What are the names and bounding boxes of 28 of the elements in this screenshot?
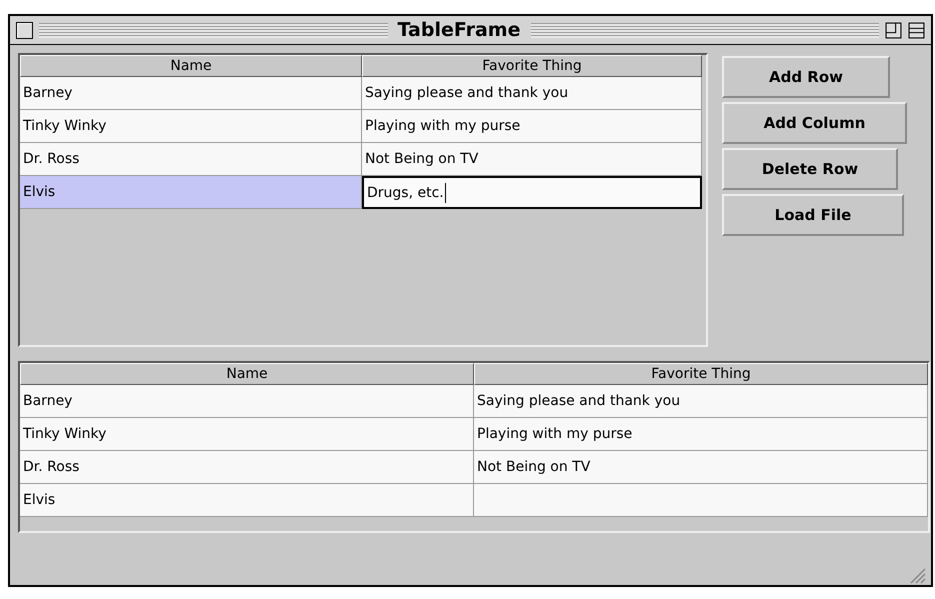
table-cell[interactable]: Tinky Winky (20, 110, 362, 143)
window-title: TableFrame (396, 19, 522, 41)
table-cell[interactable]: Not Being on TV (474, 451, 928, 484)
table-cell[interactable]: Playing with my purse (362, 110, 702, 143)
column-header[interactable]: Favorite Thing (474, 363, 928, 385)
table-cell[interactable]: Barney (20, 385, 474, 418)
action-button[interactable]: Add Row (722, 56, 890, 98)
cell-edit-field[interactable]: Drugs, etc. (362, 176, 702, 209)
table-cell[interactable]: Tinky Winky (20, 418, 474, 451)
table-cell[interactable]: Elvis (20, 176, 362, 209)
table-cell[interactable]: Saying please and thank you (474, 385, 928, 418)
table-cell[interactable] (474, 484, 928, 517)
close-box[interactable] (16, 22, 33, 38)
zoom-box-icon[interactable] (885, 22, 902, 38)
column-header[interactable]: Name (20, 363, 474, 385)
action-button[interactable]: Delete Row (722, 148, 898, 190)
collapse-box-icon[interactable] (908, 22, 926, 38)
column-header[interactable]: Name (20, 55, 362, 77)
column-header[interactable]: Favorite Thing (362, 55, 702, 77)
table-cell[interactable]: Elvis (20, 484, 474, 517)
table-cell[interactable]: Dr. Ross (20, 451, 474, 484)
table-cell[interactable]: Dr. Ross (20, 143, 362, 176)
action-button[interactable]: Add Column (722, 102, 907, 144)
table-cell[interactable]: Not Being on TV (362, 143, 702, 176)
action-button[interactable]: Load File (722, 194, 904, 236)
table-cell[interactable]: Playing with my purse (474, 418, 928, 451)
table-cell[interactable]: Barney (20, 77, 362, 110)
table-cell[interactable]: Saying please and thank you (362, 77, 702, 110)
